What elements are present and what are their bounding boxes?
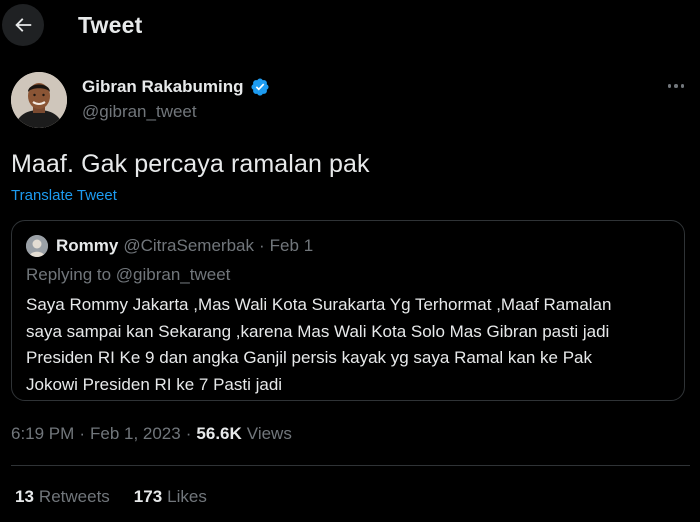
- more-dot-icon: [667, 84, 672, 88]
- arrow-left-icon: [15, 18, 32, 32]
- page-title: Tweet: [78, 12, 143, 38]
- more-dot-icon: [680, 84, 685, 88]
- meta-separator: ·: [79, 424, 85, 443]
- tweet-date[interactable]: Feb 1, 2023: [90, 424, 181, 444]
- header-bar: Tweet: [0, 0, 700, 52]
- meta-separator: ·: [185, 424, 192, 443]
- quoted-avatar-image: [26, 235, 48, 257]
- tweet-text: Maaf. Gak percaya ramalan pak: [11, 150, 370, 178]
- replying-to: Replying to @gibran_tweet: [26, 265, 231, 284]
- likes-count: 173: [133, 487, 163, 506]
- back-button[interactable]: [2, 4, 44, 46]
- divider: [11, 465, 690, 466]
- quoted-text-line: saya sampai kan Sekarang ,karena Mas Wal…: [26, 321, 610, 341]
- retweets-count: 13: [15, 487, 34, 506]
- verified-badge-icon: [250, 78, 269, 96]
- quoted-text: Saya Rommy Jakarta ,Mas Wali Kota Suraka…: [26, 292, 676, 398]
- likes-label: Likes: [167, 487, 207, 506]
- views-count: 56.6K: [196, 424, 242, 443]
- quoted-text-line: Saya Rommy Jakarta ,Mas Wali Kota Suraka…: [26, 295, 612, 314]
- tweet-time[interactable]: 6:19 PM: [11, 424, 74, 444]
- quoted-header: Rommy @CitraSemerbak · Feb 1: [56, 236, 313, 256]
- more-dot-icon: [674, 84, 678, 88]
- quoted-avatar: [26, 235, 48, 257]
- author-name[interactable]: Gibran Rakabuming: [82, 77, 270, 97]
- quoted-author-name: Rommy: [56, 236, 119, 255]
- quoted-separator: ·: [259, 236, 265, 255]
- translate-tweet-link[interactable]: Translate Tweet: [11, 187, 117, 204]
- engagement-stats: 13 Retweets 173 Likes: [15, 487, 207, 507]
- quoted-tweet-card[interactable]: Rommy @CitraSemerbak · Feb 1 Replying to…: [11, 220, 685, 401]
- likes-stat[interactable]: 173 Likes: [134, 487, 207, 507]
- quoted-text-line: Presiden RI Ke 9 dan angka Ganjil persis…: [26, 348, 593, 367]
- quoted-text-line: Jokowi Presiden RI ke 7 Pasti jadi: [26, 374, 283, 394]
- views-label: Views: [246, 424, 292, 443]
- more-options-button[interactable]: [662, 76, 690, 96]
- author-avatar[interactable]: [11, 72, 67, 128]
- retweets-stat[interactable]: 13 Retweets: [15, 487, 110, 507]
- quoted-date: Feb 1: [269, 236, 314, 255]
- author-handle[interactable]: @gibran_tweet: [82, 102, 197, 122]
- retweets-label: Retweets: [38, 487, 110, 506]
- author-name-text: Gibran Rakabuming: [82, 77, 244, 96]
- avatar-image: [11, 72, 67, 128]
- quoted-author-handle: @CitraSemerbak: [123, 236, 254, 255]
- tweet-meta: 6:19 PM · Feb 1, 2023 · 56.6K Views: [11, 424, 292, 444]
